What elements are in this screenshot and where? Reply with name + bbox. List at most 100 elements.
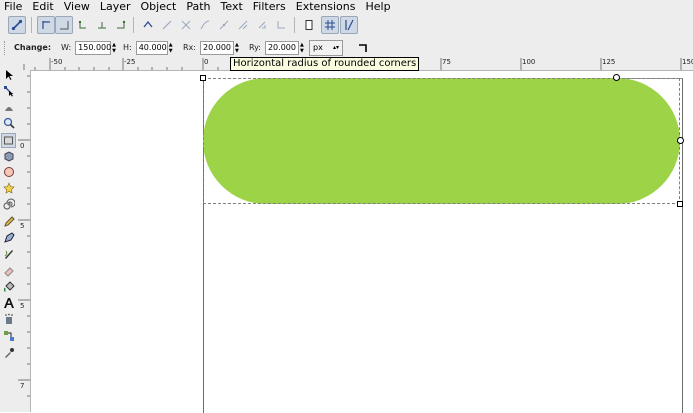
not-rounded-button[interactable]	[358, 37, 368, 58]
change-label: Change:	[14, 43, 52, 52]
sharp-corner-icon	[359, 43, 367, 52]
ruler-label: 5	[20, 222, 25, 230]
paint-bucket-tool[interactable]	[2, 280, 16, 294]
resize-handle-bottom-right[interactable]	[677, 201, 683, 207]
menu-bar: File Edit View Layer Object Path Text Fi…	[0, 0, 693, 13]
selector-tool[interactable]	[2, 68, 16, 82]
snap-rotation-center-button[interactable]	[253, 16, 271, 34]
pencil-tool[interactable]	[2, 215, 16, 229]
nodes-icon	[143, 20, 153, 28]
menu-help[interactable]: Help	[360, 0, 395, 13]
snap-page-border-button[interactable]	[300, 16, 318, 34]
eraser-icon	[4, 267, 14, 277]
menu-filters[interactable]: Filters	[248, 0, 291, 13]
page-border-icon	[305, 20, 313, 30]
resize-handle-top-left[interactable]	[200, 75, 206, 81]
snap-enable-button[interactable]	[8, 16, 26, 34]
ruler-label: -25	[124, 58, 136, 66]
vertical-ruler: 0 5 5 7	[18, 70, 31, 412]
spray-icon	[5, 313, 13, 324]
menu-extensions[interactable]: Extensions	[291, 0, 361, 13]
snap-line-mid-button[interactable]	[215, 16, 233, 34]
snap-icon	[11, 19, 23, 31]
calligraphy-tool[interactable]	[2, 247, 16, 261]
ruler-label: 5	[20, 302, 25, 310]
menu-text[interactable]: Text	[216, 0, 248, 13]
bbox-edge-icon	[60, 21, 69, 30]
connector-tool[interactable]	[2, 329, 16, 343]
ruler-label: 150	[682, 58, 693, 66]
ruler-label: 7	[20, 382, 25, 390]
snap-toolbar	[0, 13, 693, 37]
ellipse-icon	[4, 167, 14, 177]
rx-handle[interactable]	[613, 74, 620, 81]
ellipse-tool[interactable]	[2, 165, 16, 179]
width-value: 150.000	[78, 43, 112, 52]
menu-file[interactable]: File	[0, 0, 27, 13]
height-input[interactable]: 40.000	[135, 40, 168, 55]
width-group: W: 150.000 ▲ ▼	[61, 37, 119, 58]
height-label: H:	[123, 43, 132, 52]
tool-controls-bar: Change: W: 150.000 ▲ ▼ H: 40.000 ▲ ▼ Rx: 2…	[0, 37, 693, 59]
spray-tool[interactable]	[2, 312, 16, 326]
snap-bbox-edge-button[interactable]	[55, 16, 73, 34]
selection-bbox	[203, 78, 680, 204]
snap-object-mid-button[interactable]	[234, 16, 252, 34]
snap-smooth-button[interactable]	[196, 16, 214, 34]
zoom-tool[interactable]	[2, 116, 16, 130]
line-midpoint-icon	[219, 20, 229, 30]
midpoint-icon	[98, 22, 106, 29]
tweak-tool[interactable]	[2, 100, 16, 114]
ruler-label: -50	[51, 58, 63, 66]
snap-midpoint-button[interactable]	[93, 16, 111, 34]
snap-handles-button[interactable]	[272, 16, 290, 34]
menu-layer[interactable]: Layer	[95, 0, 136, 13]
unit-value: px	[313, 43, 323, 52]
pen-tool[interactable]	[2, 231, 16, 245]
snap-bbox-button[interactable]	[37, 16, 55, 34]
star-tool[interactable]	[2, 181, 16, 195]
unit-select[interactable]: px ▴▾	[309, 39, 343, 56]
3d-box-icon	[4, 151, 14, 162]
menu-view[interactable]: View	[59, 0, 95, 13]
snap-nodes-button[interactable]	[139, 16, 157, 34]
menu-edit[interactable]: Edit	[27, 0, 58, 13]
menu-object[interactable]: Object	[136, 0, 182, 13]
rectangle-tool[interactable]	[1, 133, 16, 148]
snap-paths-button[interactable]	[158, 16, 176, 34]
rx-input[interactable]: 20.000	[200, 40, 234, 55]
snap-grid-button[interactable]	[321, 16, 339, 34]
snap-center-button[interactable]	[112, 16, 130, 34]
3d-box-tool[interactable]	[2, 149, 16, 163]
width-label: W:	[61, 43, 72, 52]
rotation-center-icon	[258, 21, 266, 29]
height-stepper[interactable]: ▲ ▼	[169, 41, 176, 55]
menu-path[interactable]: Path	[181, 0, 215, 13]
text-icon	[4, 298, 14, 308]
smooth-node-icon	[200, 20, 210, 30]
ry-handle[interactable]	[677, 137, 684, 144]
ry-stepper[interactable]: ▲ ▼	[300, 41, 307, 55]
width-input[interactable]: 150.000	[75, 40, 112, 55]
snap-guides-button[interactable]	[340, 16, 358, 34]
ruler-label: 75	[442, 58, 451, 66]
guides-icon	[345, 19, 354, 31]
calligraphy-icon	[4, 250, 13, 259]
ry-input[interactable]: 20.000	[264, 40, 299, 55]
spiral-tool[interactable]	[2, 197, 16, 211]
spiral-icon	[3, 198, 15, 210]
snap-corner-button[interactable]	[74, 16, 92, 34]
text-tool[interactable]	[2, 296, 16, 310]
ruler-label: 125	[602, 58, 616, 66]
node-tool[interactable]	[2, 84, 16, 98]
ry-value: 20.000	[267, 43, 296, 52]
snap-intersection-button[interactable]	[177, 16, 195, 34]
connector-icon	[4, 331, 14, 341]
rx-label: Rx:	[183, 43, 196, 52]
star-icon	[3, 182, 15, 194]
width-stepper[interactable]: ▲ ▼	[112, 41, 119, 55]
eraser-tool[interactable]	[2, 264, 16, 278]
rx-stepper[interactable]: ▲ ▼	[235, 41, 242, 55]
ruler-label: 0	[204, 58, 209, 66]
dropper-tool[interactable]	[2, 346, 16, 360]
